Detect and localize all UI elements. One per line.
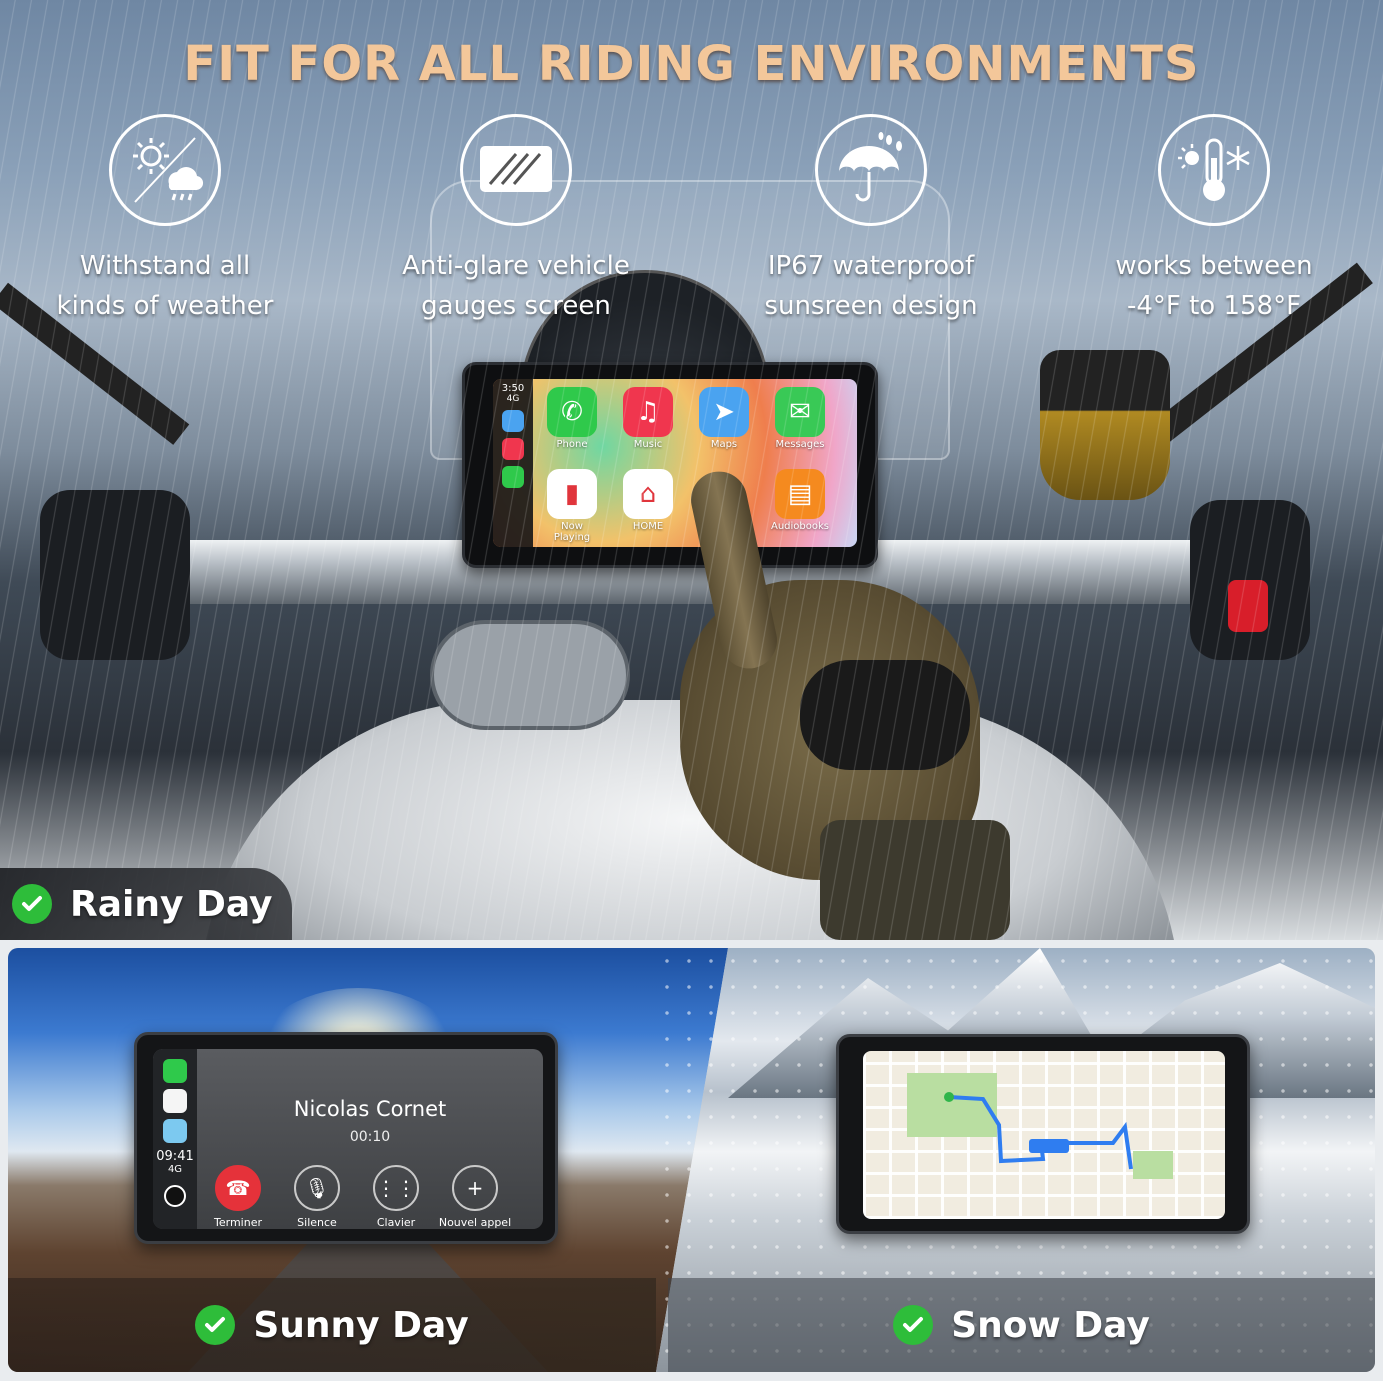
call-status-network: 4G — [167, 1164, 183, 1175]
dock-music-icon[interactable] — [163, 1089, 187, 1113]
route-line — [944, 1092, 1133, 1170]
sunny-day-badge: Sunny Day — [8, 1278, 656, 1372]
app-label: Maps — [710, 439, 738, 450]
feature-waterproof: IP67 waterproof sunsreen design — [731, 114, 1011, 326]
phone-app-icon: ✆ — [547, 387, 597, 437]
feature-weather-label: Withstand all kinds of weather — [56, 251, 274, 321]
sunny-day-label: Sunny Day — [253, 1304, 469, 1346]
home-button-icon[interactable] — [164, 1185, 186, 1207]
umbrella-rain-icon — [815, 114, 927, 226]
brake-fluid-reservoir — [1040, 350, 1170, 500]
sun-cloud-rain-icon — [109, 114, 221, 226]
status-network: 4G — [506, 394, 520, 404]
app-label: Audiobooks — [771, 521, 830, 532]
call-button-icon: ☎ — [215, 1165, 261, 1211]
triple-clamp — [430, 620, 630, 730]
app-label: HOME — [632, 521, 664, 532]
home-app-icon: ⌂ — [623, 469, 673, 519]
now-playing-app-icon: ▮ — [547, 469, 597, 519]
map-device — [836, 1034, 1250, 1234]
app-label: Music — [633, 439, 663, 450]
rainy-day-badge: Rainy Day — [0, 868, 292, 940]
rainy-day-label: Rainy Day — [70, 883, 273, 925]
feature-weather: Withstand all kinds of weather — [25, 114, 305, 326]
call-button-label: Nouvel appel — [438, 1216, 512, 1229]
call-button-icon: + — [452, 1165, 498, 1211]
call-button-icon: ⋮⋮ — [373, 1165, 419, 1211]
audiobooks-app-icon: ▤ — [775, 469, 825, 519]
thermometer-sun-snow-icon — [1158, 114, 1270, 226]
call-button-nouvel-appel[interactable]: + Nouvel appel — [436, 1165, 514, 1229]
map-screen[interactable] — [863, 1051, 1225, 1219]
app-phone[interactable]: ✆ Phone — [543, 387, 601, 450]
app-label: Phone — [556, 439, 588, 450]
call-button-clavier[interactable]: ⋮⋮ Clavier — [357, 1165, 435, 1229]
check-icon — [893, 1305, 934, 1345]
feature-anti-glare-label: Anti-glare vehicle gauges screen — [402, 251, 630, 321]
call-duration: 00:10 — [349, 1129, 391, 1145]
call-button-silence[interactable]: 🎙 Silence — [278, 1165, 356, 1229]
messages-app-icon: ✉ — [775, 387, 825, 437]
bottom-comparison-panel: 09:41 4G Nicolas Cornet 00:10 ☎ Terminer 🎙… — [8, 948, 1375, 1372]
carplay-dock: 3:50 4G — [493, 379, 533, 547]
status-time: 3:50 — [501, 383, 525, 394]
route-start-pin — [944, 1092, 954, 1102]
call-button-label: Terminer — [214, 1216, 262, 1229]
dock-maps-icon[interactable] — [502, 410, 524, 432]
call-status-time: 09:41 — [156, 1149, 194, 1164]
app-home[interactable]: ⌂ HOME — [619, 469, 677, 532]
carplay-device: 3:50 4G ✆ Phone ♫ Music ➤ Maps ✉ Messages ▮ Now P… — [462, 362, 878, 568]
page-title: FIT FOR ALL RIDING ENVIRONMENTS — [183, 36, 1200, 92]
app-label: Now Playing — [553, 521, 591, 543]
check-icon — [195, 1305, 236, 1345]
glove-cuff — [820, 820, 1010, 940]
route-eta-chip — [1029, 1139, 1069, 1153]
app-music[interactable]: ♫ Music — [619, 387, 677, 450]
dock-maps-icon[interactable] — [163, 1119, 187, 1143]
left-switchgear — [40, 490, 190, 660]
app-now-playing[interactable]: ▮ Now Playing — [543, 469, 601, 543]
dock-phone-icon[interactable] — [502, 466, 524, 488]
snow-day-label: Snow Day — [951, 1304, 1150, 1346]
dock-music-icon[interactable] — [502, 438, 524, 460]
engine-stop-switch — [1228, 580, 1268, 632]
app-audiobooks[interactable]: ▤ Audiobooks — [771, 469, 829, 532]
call-screen-device: 09:41 4G Nicolas Cornet 00:10 ☎ Terminer 🎙… — [134, 1032, 558, 1244]
call-button-terminer[interactable]: ☎ Terminer — [199, 1165, 277, 1229]
feature-anti-glare: Anti-glare vehicle gauges screen — [376, 114, 656, 326]
feature-waterproof-label: IP67 waterproof sunsreen design — [764, 251, 978, 321]
feature-temperature-label: works between -4°F to 158°F — [1115, 251, 1313, 321]
caller-name: Nicolas Cornet — [293, 1097, 447, 1121]
maps-app-icon: ➤ — [699, 387, 749, 437]
carplay-screen: 3:50 4G ✆ Phone ♫ Music ➤ Maps ✉ Messages ▮ Now P… — [493, 379, 857, 547]
rainy-scene: 3:50 4G ✆ Phone ♫ Music ➤ Maps ✉ Messages ▮ Now P… — [0, 0, 1383, 940]
check-icon — [12, 884, 52, 924]
snow-day-badge: Snow Day — [668, 1278, 1375, 1372]
call-screen: 09:41 4G Nicolas Cornet 00:10 ☎ Terminer 🎙… — [153, 1049, 543, 1229]
anti-glare-screen-icon — [460, 114, 572, 226]
call-dock: 09:41 4G — [153, 1049, 197, 1229]
app-label: Messages — [775, 439, 825, 450]
dock-phone-icon[interactable] — [163, 1059, 187, 1083]
call-button-label: Silence — [297, 1216, 337, 1229]
app-messages[interactable]: ✉ Messages — [771, 387, 829, 450]
call-button-icon: 🎙 — [294, 1165, 340, 1211]
music-app-icon: ♫ — [623, 387, 673, 437]
app-maps[interactable]: ➤ Maps — [695, 387, 753, 450]
feature-temperature: works between -4°F to 158°F — [1074, 114, 1354, 326]
call-button-label: Clavier — [376, 1216, 416, 1229]
glove-knuckle-guard — [800, 660, 970, 770]
